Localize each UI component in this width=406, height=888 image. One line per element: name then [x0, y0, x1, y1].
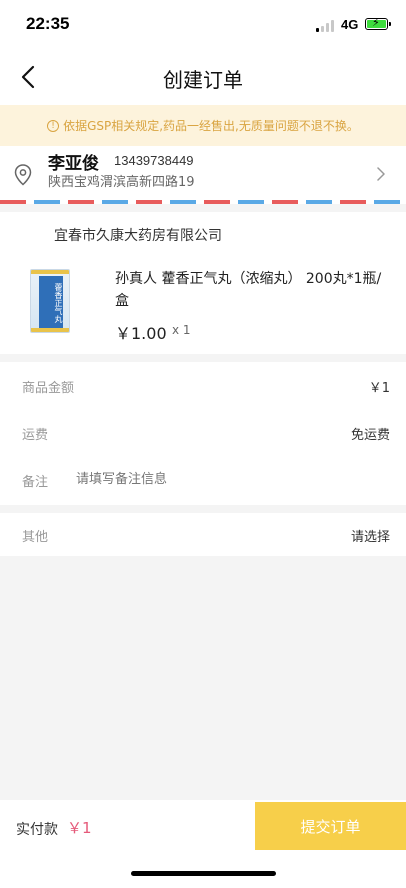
home-indicator[interactable]: [131, 871, 276, 876]
gsp-notice-banner: ! 依据GSP相关规定,药品一经售出,无质量问题不退不换。: [0, 105, 406, 146]
notice-text: 依据GSP相关规定,药品一经售出,无质量问题不退不换。: [63, 119, 359, 133]
address-divider-stripe: [0, 200, 406, 204]
other-label: 其他: [22, 530, 49, 545]
remark-label: 备注: [22, 475, 49, 490]
checkout-bar: 实付款 ￥1 提交订单: [0, 800, 406, 888]
product-title: 孙真人 藿香正气丸（浓缩丸） 200丸*1瓶/盒: [115, 271, 382, 309]
other-select-value[interactable]: 请选择: [351, 526, 390, 545]
other-option-row[interactable]: 其他 请选择: [0, 513, 406, 556]
status-time: 22:35: [26, 14, 70, 33]
pay-label: 实付款: [16, 822, 58, 838]
goods-amount-value: ￥1: [368, 381, 390, 396]
location-pin-icon: [14, 164, 32, 186]
product-image: 藿香正气丸: [30, 269, 70, 333]
store-card: 宜春市久康大药房有限公司 藿香正气丸 孙真人 藿香正气丸（浓缩丸） 200丸*1…: [0, 212, 406, 354]
pay-amount: ￥1: [67, 819, 92, 837]
recipient-phone: 13439738449: [114, 153, 194, 168]
store-name: 宜春市久康大药房有限公司: [54, 228, 222, 244]
shipping-value: 免运费: [350, 428, 390, 443]
page-title: 创建订单: [163, 68, 243, 92]
info-icon: !: [47, 119, 60, 132]
order-summary-card: 商品金额 ￥1 运费 免运费 备注: [0, 362, 406, 505]
recipient-address: 陕西宝鸡渭滨高新四路19: [48, 175, 195, 190]
shipping-address-card[interactable]: 李亚俊 13439738449 陕西宝鸡渭滨高新四路19: [0, 146, 406, 202]
product-quantity: x 1: [172, 323, 191, 337]
nav-bar: 创建订单: [0, 50, 406, 105]
network-type: 4G: [341, 17, 359, 32]
submit-order-button[interactable]: 提交订单: [255, 802, 406, 850]
goods-amount-label: 商品金额: [22, 381, 75, 396]
status-bar: 22:35 4G ⚡: [0, 0, 406, 50]
chevron-right-icon: [377, 167, 385, 181]
product-price: ￥1.00: [115, 324, 167, 343]
remark-input[interactable]: [76, 469, 376, 489]
battery-charging-icon: ⚡: [365, 16, 391, 30]
signal-strength-icon: [316, 20, 338, 32]
shipping-label: 运费: [22, 428, 49, 443]
product-image-label: 藿香正气丸: [39, 276, 63, 328]
